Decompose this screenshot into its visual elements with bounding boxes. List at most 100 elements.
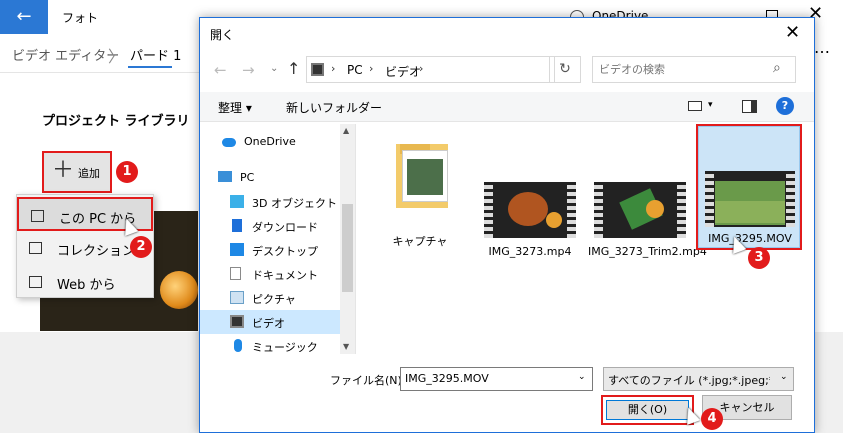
web-icon xyxy=(29,276,42,288)
pc-icon xyxy=(31,210,44,222)
pc-icon xyxy=(218,171,232,182)
file-name: IMG_3273_Trim2.mp4 xyxy=(588,245,707,258)
step-badge-1: 1 xyxy=(116,161,138,183)
view-dropdown-icon[interactable]: ▾ xyxy=(708,100,713,110)
forward-arrow-icon[interactable]: → xyxy=(242,61,255,79)
back-arrow-icon[interactable]: ← xyxy=(0,0,48,34)
dialog-titlebar: 開く ✕ xyxy=(200,18,814,49)
project-library-title: プロジェクト ライブラリ xyxy=(42,114,190,129)
chevron-down-icon[interactable]: ⌄ xyxy=(578,372,586,382)
download-icon xyxy=(232,219,242,232)
up-arrow-icon[interactable]: ↑ xyxy=(287,59,300,78)
ball-image xyxy=(160,271,198,309)
scroll-up-icon[interactable]: ▲ xyxy=(343,126,349,135)
open-button[interactable]: 開く(O) xyxy=(606,400,689,420)
step-badge-4: 4 xyxy=(701,408,723,430)
video-thumbnail xyxy=(594,182,686,238)
chevron-right-icon[interactable]: › xyxy=(331,62,335,75)
scrollbar-thumb[interactable] xyxy=(342,204,353,292)
nav-item-label: ミュージック xyxy=(252,341,318,354)
open-button-highlight: 開く(O) xyxy=(601,395,694,425)
organize-button[interactable]: 整理 ▾ xyxy=(218,99,252,116)
file-item-video[interactable]: IMG_3273_Trim2.mp4 xyxy=(588,136,707,260)
chevron-right-icon[interactable]: › xyxy=(369,62,373,75)
filename-input[interactable]: IMG_3295.MOV ⌄ xyxy=(400,367,593,391)
nav-item-pc[interactable]: PC xyxy=(196,166,336,190)
address-segment-video[interactable]: ビデオ xyxy=(385,63,421,80)
step-badge-3: 3 xyxy=(748,247,770,269)
nav-item-music[interactable]: ミュージック xyxy=(208,334,348,358)
dialog-toolbar: 整理 ▾ 新しいフォルダー ▾ ? xyxy=(200,92,814,122)
chevron-right-icon[interactable]: › xyxy=(419,62,423,75)
navigation-pane: OneDrive PC 3D オブジェクト ダウンロード デスクトップ ドキュメ… xyxy=(200,124,355,354)
address-segment-pc[interactable]: PC xyxy=(347,63,363,77)
chevron-down-icon[interactable]: ⌄ xyxy=(780,372,788,382)
view-icon[interactable] xyxy=(688,101,702,111)
app-title: フォト xyxy=(62,11,99,25)
breadcrumb-video-editor[interactable]: ビデオ エディター xyxy=(12,45,119,64)
file-item-folder[interactable]: キャプチャ xyxy=(368,136,472,260)
close-icon[interactable]: ✕ xyxy=(785,22,800,43)
cube-icon xyxy=(230,195,244,208)
open-file-dialog: 開く ✕ ← → ⌄ ↑ › PC › ビデオ › ↻ ⌕ 整理 ▾ 新しいフォ… xyxy=(199,17,815,433)
filename-value: IMG_3295.MOV xyxy=(405,372,489,385)
breadcrumb-underline xyxy=(128,66,172,68)
video-thumbnail xyxy=(484,182,576,238)
desktop-icon xyxy=(230,243,244,256)
folder-icon xyxy=(396,144,448,208)
thumbnail-ball xyxy=(508,192,548,226)
nav-item-3d-objects[interactable]: 3D オブジェクト xyxy=(208,190,348,214)
document-icon xyxy=(230,267,241,280)
breadcrumb-project[interactable]: パード 1 xyxy=(130,45,181,64)
collection-icon xyxy=(29,242,42,254)
file-item-video[interactable]: IMG_3273.mp4 xyxy=(478,136,582,260)
folder-preview-image xyxy=(407,159,443,195)
divider xyxy=(0,72,200,73)
nav-item-label: ビデオ xyxy=(252,317,285,330)
nav-item-downloads[interactable]: ダウンロード xyxy=(208,214,348,238)
folder-preview-paper xyxy=(402,150,448,202)
file-list-pane: キャプチャ IMG_3273.mp4 IMG_3273_Trim2.mp4 IM… xyxy=(356,124,814,354)
preview-pane-icon-part xyxy=(751,101,756,112)
cloud-icon xyxy=(222,138,236,147)
nav-item-label: ドキュメント xyxy=(252,269,318,282)
file-name: キャプチャ xyxy=(392,235,448,248)
pictures-icon xyxy=(230,291,244,304)
address-bar[interactable]: › PC › ビデオ › xyxy=(306,56,555,83)
plus-icon: ＋ xyxy=(52,158,75,183)
nav-item-pictures[interactable]: ピクチャ xyxy=(208,286,348,310)
music-icon xyxy=(234,339,242,352)
video-icon xyxy=(230,315,244,328)
scroll-down-icon[interactable]: ▼ xyxy=(343,342,349,351)
selection-highlight-box xyxy=(696,124,802,250)
nav-scrollbar[interactable]: ▲ ▼ xyxy=(340,124,355,354)
new-folder-button[interactable]: 新しいフォルダー xyxy=(286,99,382,116)
menu-item-from-web[interactable]: Web から xyxy=(17,265,153,299)
nav-item-videos[interactable]: ビデオ xyxy=(200,310,340,334)
nav-item-label: ダウンロード xyxy=(252,221,318,234)
video-folder-icon xyxy=(311,63,324,76)
filetype-select[interactable]: すべてのファイル (*.jpg;*.jpeg;*.thu ⌄ xyxy=(603,367,794,391)
filetype-value: すべてのファイル (*.jpg;*.jpeg;*.thu xyxy=(608,374,770,387)
search-input[interactable] xyxy=(599,60,764,79)
nav-item-label: OneDrive xyxy=(244,135,296,148)
menu-item-label: Web から xyxy=(57,278,116,293)
thumbnail-ball xyxy=(646,200,664,218)
back-arrow-icon[interactable]: ← xyxy=(214,61,227,79)
search-box[interactable]: ⌕ xyxy=(592,56,796,83)
recent-locations-icon[interactable]: ⌄ xyxy=(270,63,278,74)
add-button[interactable]: ＋ 追加 xyxy=(42,151,112,193)
add-button-label: 追加 xyxy=(78,167,100,180)
refresh-icon[interactable]: ↻ xyxy=(549,56,581,83)
step-badge-2: 2 xyxy=(130,236,152,258)
nav-item-onedrive[interactable]: OneDrive xyxy=(200,130,340,154)
nav-item-desktop[interactable]: デスクトップ xyxy=(208,238,348,262)
nav-item-documents[interactable]: ドキュメント xyxy=(208,262,348,286)
search-icon[interactable]: ⌕ xyxy=(773,60,781,76)
dialog-title: 開く xyxy=(210,28,235,42)
breadcrumb-chevron-icon: 〉 xyxy=(108,47,125,66)
more-icon[interactable]: … xyxy=(814,38,831,57)
filename-label: ファイル名(N): xyxy=(330,374,406,387)
preview-pane-icon[interactable] xyxy=(742,100,757,113)
help-icon[interactable]: ? xyxy=(776,97,794,115)
